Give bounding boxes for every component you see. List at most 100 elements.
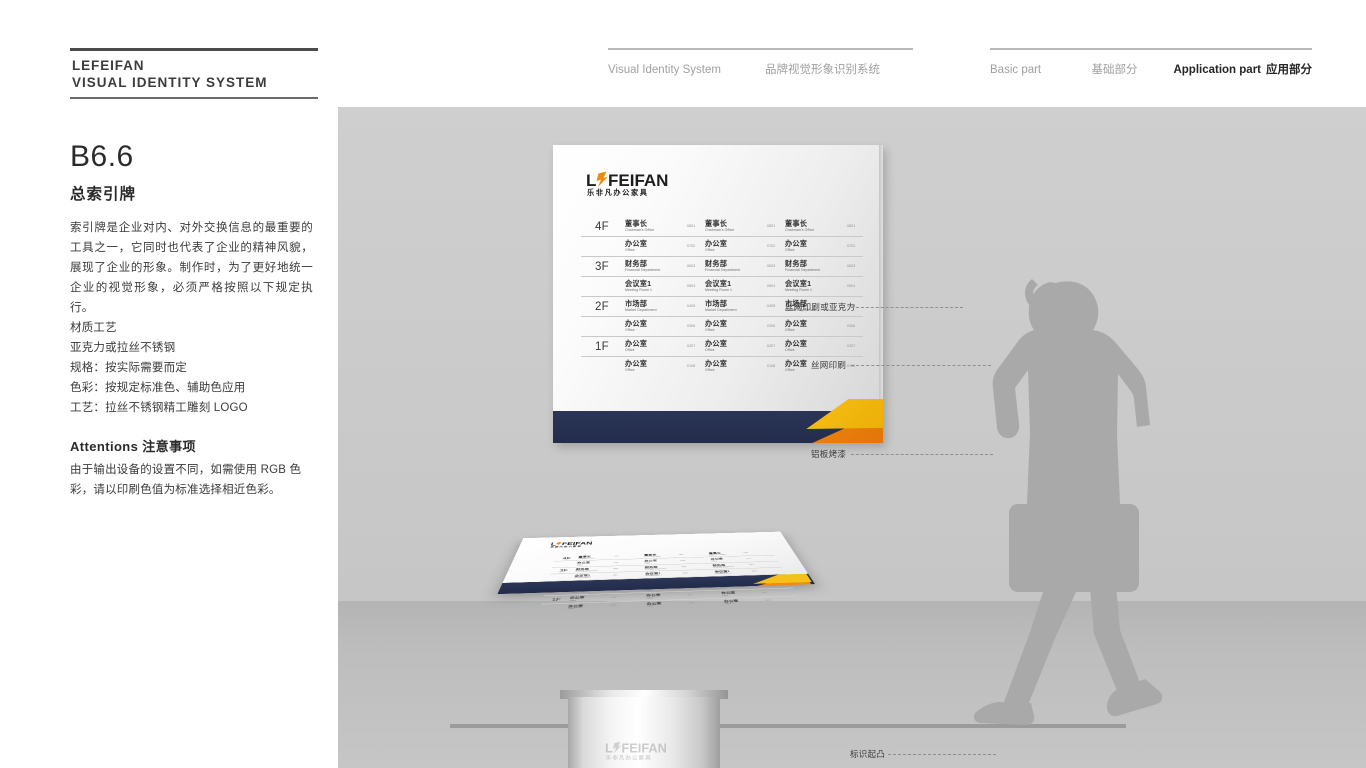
nav-group-parts: Basic part 基础部分 Application part 应用部分 (990, 48, 1312, 77)
spec-line-2: 规格：按实际需要而定 (70, 362, 187, 374)
annotation-screen-print-acrylic: 丝网印刷或亚克力 (785, 301, 963, 313)
nav-item-basic-en[interactable]: Basic part (990, 64, 1086, 76)
directory-cell: 办公室 Office 0108 (723, 597, 801, 604)
room-number: 0306 (687, 324, 696, 329)
room-number: 0306 (847, 324, 856, 329)
directory-cell: 办公室 Office 0306 (783, 319, 863, 333)
leader-line (888, 754, 996, 756)
svg-text:FEIFAN: FEIFAN (622, 741, 667, 756)
nav-item-vis-en[interactable]: Visual Identity System (608, 64, 760, 76)
page-code: B6.6 (70, 140, 134, 173)
room-number: 0207 (611, 596, 617, 599)
nav-item-vis-cn[interactable]: 品牌视觉形象识别系统 (765, 61, 880, 77)
podium-plate: L FEIFAN 乐非凡办公家具 4F 董事长 Chairman's Office… (497, 531, 816, 613)
room-name-en: Office (724, 602, 732, 605)
spec-line-4: 工艺：拉丝不锈钢精工雕刻 LOGO (70, 402, 248, 414)
nav-item-application-cn[interactable]: 应用部分 (1266, 61, 1312, 77)
room-name-en: Office (567, 607, 575, 610)
nav-rule-right (990, 48, 1312, 50)
room-name-cn: 办公室 (785, 339, 808, 349)
room-name-en: Meeting Room 1 (625, 288, 653, 293)
nav-item-basic-cn[interactable]: 基础部分 (1091, 61, 1137, 77)
room-name-en: Office (625, 328, 635, 333)
podium-logo: L FEIFAN 乐非凡办公家具 (549, 541, 603, 549)
directory-cell: 董事长 Chairman's Office 0801 (783, 219, 863, 233)
room-name-en: Office (785, 248, 795, 253)
brand-name: LEFEIFAN VISUAL IDENTITY SYSTEM (70, 51, 318, 91)
directory-cell: 市场部 Market Department 0405 (703, 299, 783, 313)
directory-cell: 办公室 Office 0306 (623, 319, 703, 333)
directory-cell: 财务部 Financial Department 0603 (783, 259, 863, 273)
annotation-label: 铝板烤漆 (811, 449, 847, 459)
room-name-cn: 财务部 (705, 259, 728, 269)
mockup-stage: L FEIFAN 乐非凡办公家具 4F 董事长 Chairman's Office… (338, 107, 1366, 768)
room-name-cn: 财务部 (785, 259, 808, 269)
directory-cell: 办公室 Office 0108 (623, 359, 703, 373)
attentions-title: Attentions 注意事项 (70, 439, 196, 454)
directory-cell: 办公室 Office 0702 (703, 239, 783, 253)
nav-item-application-en[interactable]: Application part (1173, 64, 1261, 76)
attentions-body: 由于输出设备的设置不同，如需使用 RGB 色彩，请以印刷色值为标准选择相近色彩。 (70, 464, 302, 496)
room-name-cn: 办公室 (785, 319, 808, 329)
table-row: 办公室 Office 0702 办公室 Office 0702 办公室 Office … (581, 236, 863, 256)
directory-cell: 办公室 Office 0306 (703, 319, 783, 333)
room-number: 0504 (847, 284, 856, 289)
leader-line (851, 307, 963, 309)
room-number: 0603 (613, 568, 619, 570)
svg-text:乐非凡办公家具: 乐非凡办公家具 (587, 188, 649, 197)
directory-cell: 办公室 Office 0108 (568, 602, 647, 610)
room-number: 0108 (610, 605, 617, 607)
floor-label: 1F (594, 340, 610, 353)
room-number: 0603 (687, 264, 696, 269)
businessman-silhouette-icon (938, 270, 1198, 735)
spec-line-1: 亚克力或拉丝不锈钢 (70, 342, 176, 354)
room-name-cn: 市场部 (705, 299, 728, 309)
room-number: 0603 (749, 564, 755, 566)
room-name-en: Market Department (625, 308, 657, 313)
nav-rule-left (608, 48, 913, 50)
table-row: 办公室 Office 0306 办公室 Office 0306 办公室 Office … (581, 316, 863, 336)
room-name-en: Office (625, 248, 635, 253)
page-title: 总索引牌 (70, 186, 137, 203)
room-name-en: Office (705, 348, 715, 353)
brand-name-line2: VISUAL IDENTITY SYSTEM (72, 75, 268, 90)
room-name-en: Office (785, 348, 795, 353)
room-number: 0702 (613, 562, 619, 564)
directory-cell: 办公室 Office 0207 (623, 339, 703, 353)
directory-cell: 会议室1 Meeting Room 1 0504 (703, 279, 783, 293)
room-name-en: Financial Department (625, 268, 661, 273)
room-name-en: Office (646, 605, 654, 608)
directory-cell: 董事长 Chairman's Office 0801 (623, 219, 703, 233)
room-name-en: Meeting Room 1 (785, 288, 813, 293)
directory-cell: 财务部 Financial Department 0603 (623, 259, 703, 273)
room-name-cn: 办公室 (705, 239, 728, 249)
floor-label: 3F (558, 568, 569, 573)
room-number: 0207 (687, 594, 693, 596)
leader-line (851, 365, 991, 367)
floor-label: 1F (550, 596, 562, 603)
room-name-en: Office (785, 328, 795, 333)
floor-label: 4F (562, 555, 572, 561)
room-number: 0504 (751, 570, 758, 573)
room-number: 0108 (688, 602, 695, 604)
sidebar-content: B6.6 总索引牌 索引牌是企业对内、对外交换信息的最重要的工具之一，它同时也代… (70, 140, 313, 500)
room-name-cn: 办公室 (705, 339, 728, 349)
room-name-en: Office (705, 368, 715, 373)
room-number: 0801 (767, 224, 776, 229)
room-number: 0702 (746, 558, 752, 560)
room-name-cn: 董事长 (785, 219, 808, 229)
room-number: 0801 (679, 554, 684, 556)
room-number: 0702 (767, 244, 776, 249)
room-name-cn: 办公室 (705, 359, 728, 369)
table-row: 3F 财务部 Financial Department 0603 财务部 Finan… (581, 256, 863, 276)
directory-cell: 市场部 Market Department 0405 (623, 299, 703, 313)
directory-cell: 会议室1 Meeting Room 1 0504 (783, 279, 863, 293)
room-number: 0405 (687, 304, 696, 309)
room-number: 0603 (681, 566, 687, 568)
table-row: 1F 办公室 Office 0207 办公室 Office 0207 办公室 Offi… (581, 336, 863, 356)
brand-rule-bottom (70, 97, 318, 99)
room-name-cn: 董事长 (705, 219, 728, 229)
annotation-label: 丝网印刷 (811, 360, 847, 370)
floor-label (549, 577, 574, 578)
room-number: 0207 (847, 344, 856, 349)
